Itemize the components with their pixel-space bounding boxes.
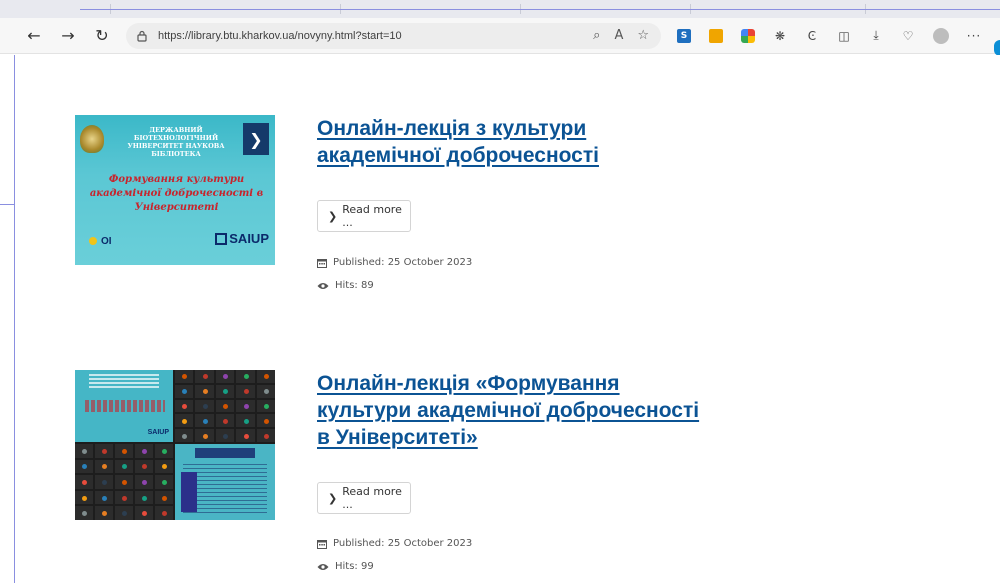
thumbnail-slide: SAIUP bbox=[75, 370, 173, 442]
browser-toolbar: ← → ↻ https://library.btu.kharkov.ua/nov… bbox=[0, 18, 1000, 56]
page-content: ДЕРЖАВНИЙ БІОТЕХНОЛОГІЧНИЙ УНІВЕРСИТЕТ Н… bbox=[15, 55, 1000, 583]
hits-count: Hits: 89 bbox=[317, 280, 374, 291]
read-more-button[interactable]: ❯ Read more ... bbox=[317, 200, 411, 232]
extension-puzzle-icon[interactable]: ❋ bbox=[773, 29, 787, 43]
hits-count: Hits: 99 bbox=[317, 561, 374, 572]
chevron-right-icon: ❯ bbox=[328, 209, 338, 223]
edge-sidebar-icon[interactable] bbox=[994, 40, 1000, 56]
published-date: Published: 25 October 2023 bbox=[317, 538, 472, 549]
article-thumbnail[interactable]: ДЕРЖАВНИЙ БІОТЕХНОЛОГІЧНИЙ УНІВЕРСИТЕТ Н… bbox=[75, 115, 275, 265]
eye-icon bbox=[317, 282, 329, 289]
downloads-icon[interactable]: ⤓ bbox=[869, 28, 883, 43]
eye-icon bbox=[317, 563, 329, 570]
forward-icon: → bbox=[61, 26, 75, 45]
article-thumbnail[interactable]: SAIUP bbox=[75, 370, 275, 520]
favorite-icon[interactable]: ☆ bbox=[637, 28, 649, 43]
extension-s-icon[interactable]: S bbox=[677, 28, 691, 43]
url-text[interactable]: https://library.btu.kharkov.ua/novyny.ht… bbox=[158, 30, 402, 42]
heart-pulse-icon[interactable]: ♡ bbox=[901, 29, 915, 43]
forward-button[interactable]: → bbox=[54, 22, 82, 50]
read-more-button[interactable]: ❯ Read more ... bbox=[317, 482, 411, 514]
calendar-icon bbox=[317, 258, 327, 268]
chevron-right-icon: ❯ bbox=[328, 491, 338, 505]
frame-line bbox=[0, 204, 14, 205]
trident-icon bbox=[89, 237, 97, 245]
lock-icon[interactable] bbox=[136, 30, 148, 42]
university-logo-icon: ❯ bbox=[243, 123, 269, 155]
extension-google-icon[interactable] bbox=[741, 28, 755, 43]
thumbnail-document bbox=[175, 444, 275, 520]
thumbnail-headline: Формування культури академічної доброчес… bbox=[89, 174, 264, 213]
more-icon[interactable]: ··· bbox=[967, 29, 981, 43]
article-title-link[interactable]: Онлайн-лекція з культури академічної доб… bbox=[317, 115, 617, 169]
university-crest-icon bbox=[80, 125, 104, 153]
article-title-link[interactable]: Онлайн-лекція «Формування культури акаде… bbox=[317, 370, 717, 451]
calendar-icon bbox=[317, 539, 327, 549]
reload-button[interactable]: ↻ bbox=[88, 22, 116, 50]
thumbnail-header: ДЕРЖАВНИЙ БІОТЕХНОЛОГІЧНИЙ УНІВЕРСИТЕТ Н… bbox=[127, 126, 225, 158]
reload-icon: ↻ bbox=[95, 26, 109, 45]
back-icon: ← bbox=[27, 26, 41, 45]
extension-office-icon[interactable] bbox=[709, 28, 723, 43]
profile-avatar[interactable] bbox=[933, 27, 949, 44]
oi-logo: OI bbox=[101, 235, 112, 247]
zoom-icon[interactable]: ⌕ bbox=[593, 28, 600, 43]
frame-line bbox=[80, 0, 1000, 10]
video-call-grid bbox=[175, 370, 275, 442]
partner-logos: OI bbox=[89, 235, 149, 247]
video-call-grid bbox=[75, 444, 173, 520]
read-aloud-icon[interactable]: A bbox=[614, 28, 623, 43]
split-screen-icon[interactable]: ◫ bbox=[837, 29, 851, 43]
published-date: Published: 25 October 2023 bbox=[317, 257, 472, 268]
back-button[interactable]: ← bbox=[20, 22, 48, 50]
address-bar[interactable]: https://library.btu.kharkov.ua/novyny.ht… bbox=[126, 22, 661, 49]
saiup-logo: SAIUP bbox=[215, 231, 269, 246]
extension-copilot-icon[interactable]: Ͼ bbox=[805, 29, 819, 43]
